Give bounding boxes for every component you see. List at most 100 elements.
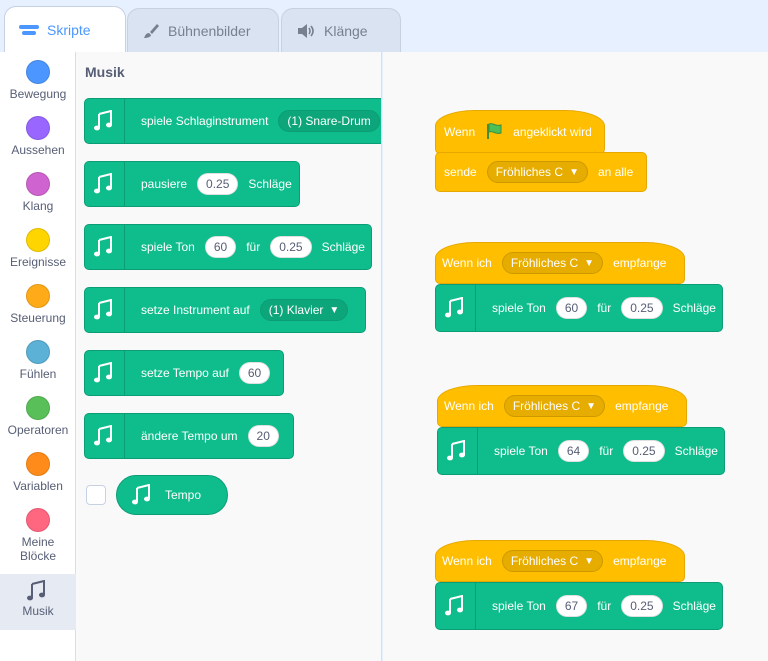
note-input[interactable]: 64 [557,440,590,462]
category-musik[interactable]: Musik [0,574,76,630]
green-flag-icon [485,122,503,143]
block-label: sende [444,165,477,179]
block-palette: Musik spiele Schlaginstrument (1) Snare-… [76,52,382,661]
dropdown-value: Fröhliches C [512,399,581,413]
block-label: spiele Schlaginstrument [141,114,269,128]
tab-klaenge[interactable]: Klänge [281,8,401,52]
category-label: Operatoren [7,423,69,437]
category-variablen[interactable]: Variablen [0,448,76,504]
category-dot-icon [26,284,50,308]
tab-buehnenbilder[interactable]: Bühnenbilder [127,8,279,52]
block-label: für [597,599,612,613]
block-play-note[interactable]: spiele Ton 67 für 0.25 Schläge [435,582,723,630]
message-dropdown[interactable]: Fröhliches C ▼ [503,395,606,417]
music-notes-icon [131,484,155,506]
beats-input[interactable]: 0.25 [270,236,312,258]
block-play-drum[interactable]: spiele Schlaginstrument (1) Snare-Drum [84,98,381,144]
instrument-dropdown[interactable]: (1) Klavier ▼ [259,299,349,321]
music-notes-icon [85,288,125,332]
dropdown-value: Fröhliches C [510,554,579,568]
category-meine-bloecke[interactable]: Meine Blöcke [0,504,76,570]
block-label: empfange [615,399,669,413]
block-play-note[interactable]: spiele Ton 64 für 0.25 Schläge [437,427,725,475]
tempo-input[interactable]: 60 [238,362,271,384]
tab-skripte[interactable]: Skripte [4,6,126,52]
editor-tabs: Skripte Bühnenbilder Klänge [0,0,768,52]
category-aussehen[interactable]: Aussehen [0,112,76,168]
block-rest[interactable]: pausiere 0.25 Schläge [84,161,300,207]
block-label: Schläge [674,444,718,458]
script-area[interactable]: Wenn angeklickt wird sende Fröhliches C ▼… [383,52,768,661]
code-icon [19,23,39,37]
block-broadcast[interactable]: sende Fröhliches C ▼ an alle [435,152,647,192]
category-label: Ereignisse [9,255,67,269]
music-notes-icon [85,351,125,395]
speaker-icon [296,23,316,39]
block-label: spiele Ton [492,301,546,315]
hat-when-receive[interactable]: Wenn ich Fröhliches C ▼ empfange [435,540,685,582]
drum-dropdown[interactable]: (1) Snare-Drum [278,110,380,132]
category-dot-icon [26,508,50,532]
category-dot-icon [26,452,50,476]
category-klang[interactable]: Klang [0,168,76,224]
block-label: empfange [613,256,667,270]
category-operatoren[interactable]: Operatoren [0,392,76,448]
dropdown-value: (1) Klavier [268,303,324,317]
music-notes-icon [85,414,125,458]
category-label: Bewegung [9,87,67,101]
block-label: empfange [613,554,667,568]
message-dropdown[interactable]: Fröhliches C ▼ [501,252,604,274]
beats-input[interactable]: 0.25 [621,297,663,319]
tempo-change-input[interactable]: 20 [247,425,279,447]
category-dot-icon [26,172,50,196]
beats-input[interactable]: 0.25 [197,173,239,195]
category-bewegung[interactable]: Bewegung [0,56,76,112]
block-label: für [597,301,612,315]
tempo-checkbox[interactable] [86,485,106,505]
block-set-instrument[interactable]: setze Instrument auf (1) Klavier ▼ [84,287,366,333]
tab-label: Bühnenbilder [168,22,251,39]
block-label: spiele Ton [492,599,546,613]
block-label: Wenn ich [442,256,492,270]
note-input[interactable]: 67 [555,595,588,617]
block-label: angeklickt wird [513,125,592,139]
block-label: für [246,240,261,254]
beats-input[interactable]: 0.25 [621,595,663,617]
message-dropdown[interactable]: Fröhliches C ▼ [486,161,588,183]
hat-when-receive[interactable]: Wenn ich Fröhliches C ▼ empfange [435,242,685,284]
block-label: Tempo [165,488,202,502]
tab-label: Klänge [324,22,368,39]
music-notes-icon [85,225,125,269]
category-ereignisse[interactable]: Ereignisse [0,224,76,280]
category-label: Musik [22,604,54,618]
music-notes-icon [436,285,476,331]
caret-down-icon: ▼ [329,304,340,316]
reporter-tempo[interactable]: Tempo [116,475,228,515]
hat-green-flag-clicked[interactable]: Wenn angeklickt wird [435,110,605,154]
block-play-note[interactable]: spiele Ton 60 für 0.25 Schläge [435,284,723,332]
category-label: Variablen [13,479,63,493]
category-dot-icon [26,396,50,420]
beats-input[interactable]: 0.25 [623,440,665,462]
message-dropdown[interactable]: Fröhliches C ▼ [501,550,604,572]
block-label: Schläge [321,240,365,254]
block-change-tempo[interactable]: ändere Tempo um 20 [84,413,294,459]
hat-when-receive[interactable]: Wenn ich Fröhliches C ▼ empfange [437,385,687,427]
block-label: an alle [597,165,634,179]
category-fuehlen[interactable]: Fühlen [0,336,76,392]
note-input[interactable]: 60 [204,236,237,258]
block-label: Schläge [672,599,716,613]
category-label: Steuerung [10,311,66,325]
note-input[interactable]: 60 [555,297,588,319]
block-set-tempo[interactable]: setze Tempo auf 60 [84,350,284,396]
block-label: Schläge [248,177,292,191]
category-steuerung[interactable]: Steuerung [0,280,76,336]
category-dot-icon [26,340,50,364]
category-label: Fühlen [19,367,57,381]
block-play-note[interactable]: spiele Ton 60 für 0.25 Schläge [84,224,372,270]
block-label: Wenn ich [442,554,492,568]
block-label: pausiere [141,177,188,191]
caret-down-icon: ▼ [586,400,597,412]
block-label: spiele Ton [494,444,548,458]
block-label: Wenn ich [444,399,494,413]
